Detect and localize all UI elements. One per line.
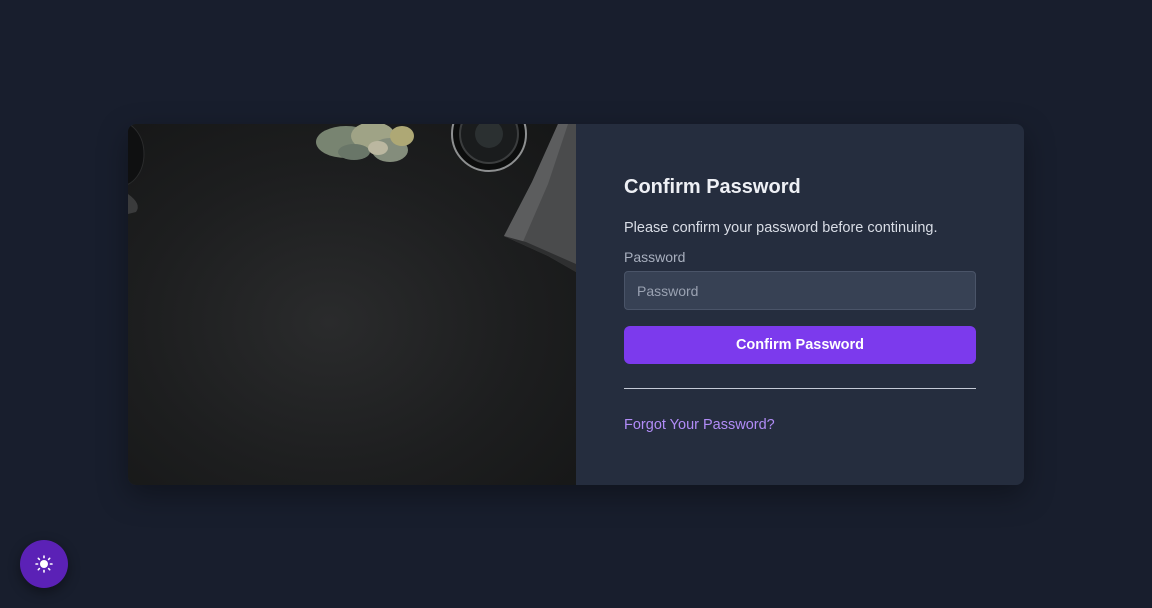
- form-description: Please confirm your password before cont…: [624, 220, 938, 236]
- forgot-password-link[interactable]: Forgot Your Password?: [624, 417, 775, 433]
- confirm-password-button[interactable]: Confirm Password: [624, 326, 976, 364]
- password-label: Password: [624, 249, 686, 265]
- form-panel: Confirm Password Please confirm your pas…: [576, 124, 1024, 485]
- page-title: Confirm Password: [624, 176, 801, 198]
- theme-toggle-button[interactable]: [20, 540, 68, 588]
- sun-icon: [35, 555, 53, 573]
- divider: [624, 388, 976, 389]
- confirm-password-card: Confirm Password Please confirm your pas…: [128, 124, 1024, 485]
- password-input[interactable]: [624, 271, 976, 310]
- desk-photo-illustration: [128, 124, 576, 272]
- decorative-photo: [128, 124, 576, 485]
